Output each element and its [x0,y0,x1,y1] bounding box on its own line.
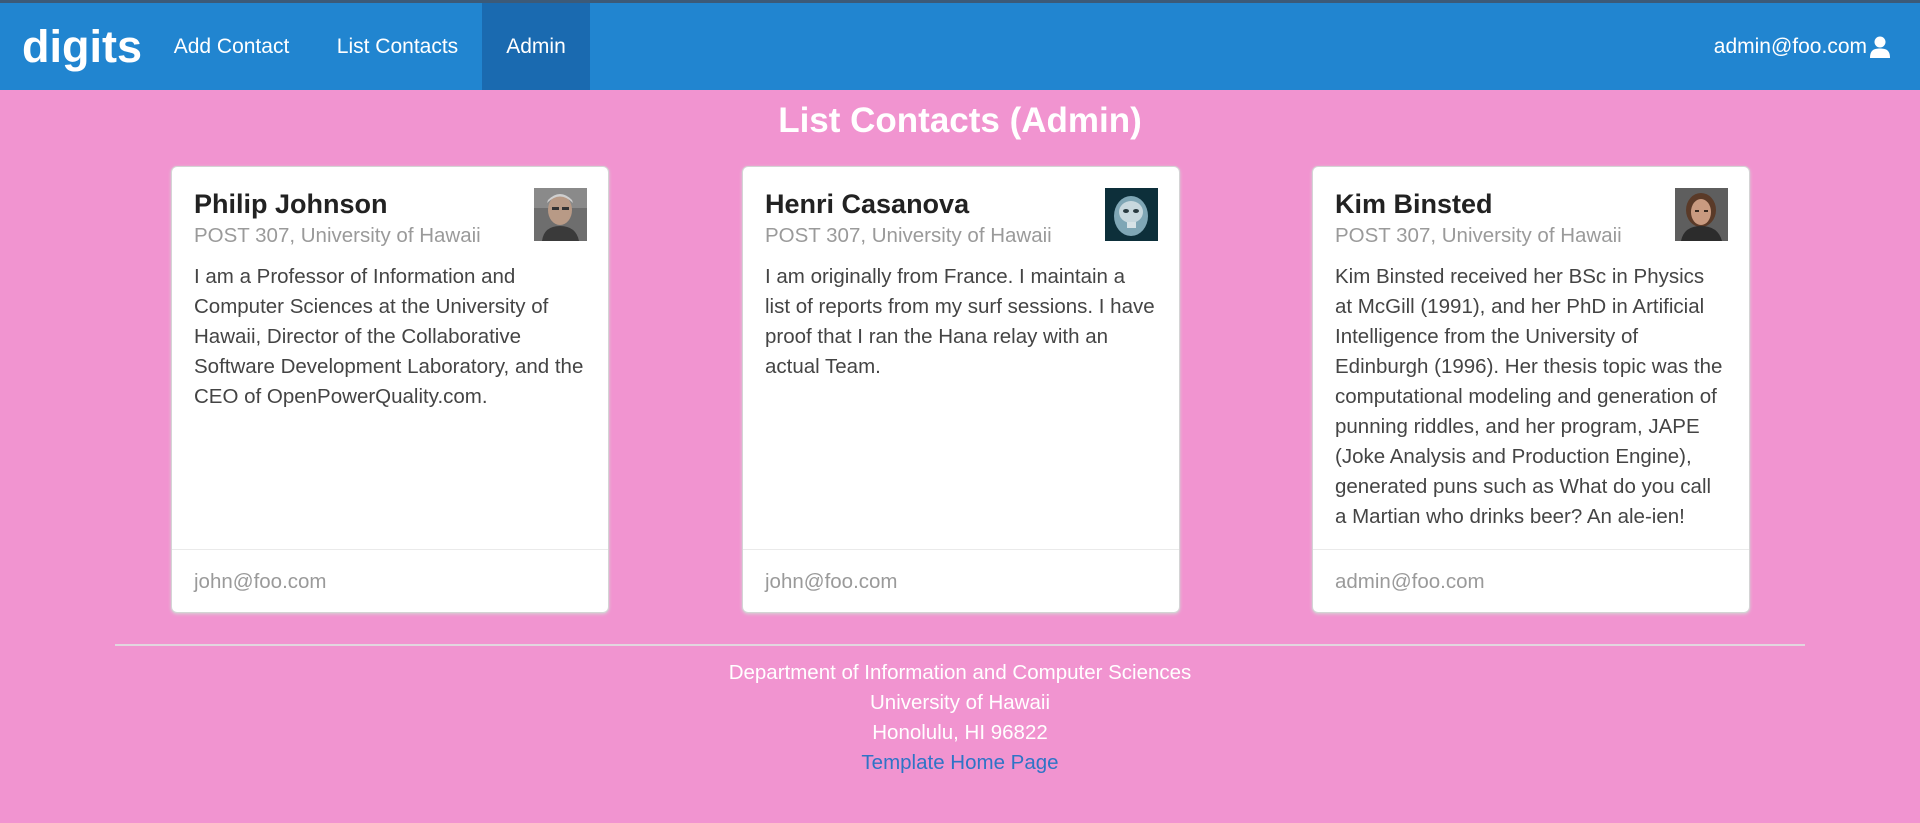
contact-name: Kim Binsted [1335,189,1493,219]
footer-divider [115,644,1805,646]
nav-list-contacts[interactable]: List Contacts [322,3,473,90]
nav-admin[interactable]: Admin [482,3,590,90]
contact-name: Henri Casanova [765,189,970,219]
contact-owner: john@foo.com [172,549,608,612]
contact-address: POST 307, University of Hawaii [765,224,1052,247]
contact-name: Philip Johnson [194,189,388,219]
contact-description: Kim Binsted received her BSc in Physics … [1335,265,1723,528]
footer-university: University of Hawaii [870,691,1050,714]
brand-logo[interactable]: digits [22,3,142,90]
user-email: admin@foo.com [1713,34,1867,58]
footer-address: Honolulu, HI 96822 [872,721,1048,744]
template-home-link[interactable]: Template Home Page [0,748,1920,778]
contact-card: Kim Binsted POST 307, University of Hawa… [1312,166,1750,613]
contact-card: Philip Johnson POST 307, University of H… [171,166,609,613]
footer: Department of Information and Computer S… [0,658,1920,778]
user-menu[interactable]: admin@foo.com [1714,3,1892,90]
contact-owner: admin@foo.com [1313,549,1749,612]
contact-owner: john@foo.com [743,549,1179,612]
contact-description: I am originally from France. I maintain … [765,265,1155,378]
contact-address: POST 307, University of Hawaii [1335,224,1622,247]
nav-add-contact[interactable]: Add Contact [154,3,309,90]
user-icon [1870,36,1890,58]
page-title: List Contacts (Admin) [778,101,1142,140]
top-navbar: digits Add Contact List Contacts Admin a… [0,3,1920,90]
contact-address: POST 307, University of Hawaii [194,224,481,247]
footer-department: Department of Information and Computer S… [728,661,1192,684]
contact-description: I am a Professor of Information and Comp… [194,265,584,408]
contact-card: Henri Casanova POST 307, University of H… [742,166,1180,613]
